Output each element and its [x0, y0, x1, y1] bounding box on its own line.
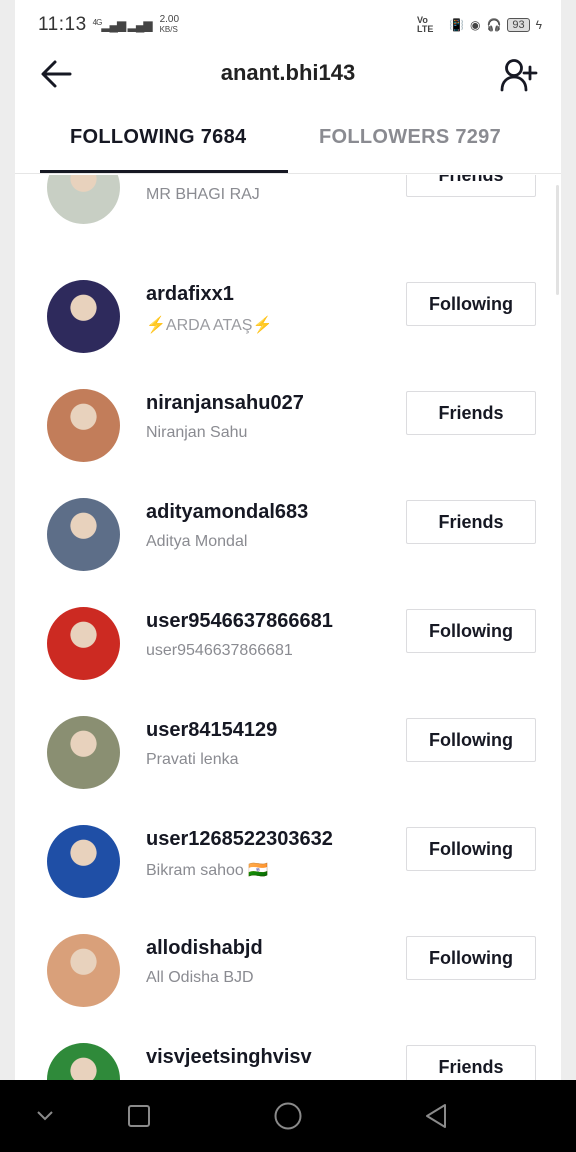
- status-icons: Vo LTE 📳 ◉ 🎧 93 ϟ: [417, 16, 542, 34]
- network-speed-value: 2.00: [159, 14, 180, 25]
- screen-edge-right: [561, 0, 576, 1080]
- following-button[interactable]: Following: [406, 282, 536, 326]
- add-user-icon: [500, 59, 538, 92]
- avatar[interactable]: [47, 716, 120, 789]
- avatar[interactable]: [47, 175, 120, 224]
- avatar[interactable]: [47, 607, 120, 680]
- username[interactable]: ardafixx1: [146, 283, 234, 306]
- system-nav-bar: [0, 1080, 576, 1152]
- avatar[interactable]: [47, 825, 120, 898]
- friends-button[interactable]: Friends: [406, 391, 536, 435]
- list-item[interactable]: adityamondal683 Aditya Mondal Friends: [15, 498, 561, 607]
- username[interactable]: user1268522303632: [146, 828, 333, 851]
- following-button[interactable]: Following: [406, 609, 536, 653]
- nav-home-button[interactable]: [270, 1098, 306, 1134]
- headphones-icon: 🎧: [486, 18, 502, 32]
- add-friend-button[interactable]: [498, 56, 540, 94]
- list-item[interactable]: ardafixx1 ⚡ARDA ATAŞ⚡ Following: [15, 280, 561, 389]
- list-item[interactable]: niranjansahu027 Niranjan Sahu Friends: [15, 389, 561, 498]
- follow-tabs: FOLLOWING 7684 FOLLOWERS 7297: [15, 112, 561, 174]
- nickname: MR BHAGI RAJ: [146, 186, 260, 203]
- nickname: Aditya Mondal: [146, 533, 248, 550]
- avatar[interactable]: [47, 1043, 120, 1080]
- chevron-down-icon: [37, 1111, 53, 1121]
- vibrate-icon: 📳: [449, 18, 464, 32]
- tab-followers[interactable]: FOLLOWERS 7297: [319, 126, 501, 149]
- charging-icon: ϟ: [535, 18, 542, 32]
- list-item[interactable]: visvjeetsinghvisv Friends: [15, 1043, 561, 1080]
- nickname: user9546637866681: [146, 642, 293, 659]
- following-list[interactable]: user56681713 MR BHAGI RAJ Friends ardafi…: [15, 175, 561, 1080]
- avatar[interactable]: [47, 498, 120, 571]
- tab-indicator: [40, 170, 288, 173]
- square-icon: [128, 1105, 150, 1127]
- following-button[interactable]: Following: [406, 827, 536, 871]
- friends-button[interactable]: Friends: [406, 1045, 536, 1080]
- friends-button[interactable]: Friends: [406, 500, 536, 544]
- username[interactable]: niranjansahu027: [146, 392, 304, 415]
- nickname: Niranjan Sahu: [146, 424, 248, 441]
- username[interactable]: allodishabjd: [146, 937, 263, 960]
- following-button[interactable]: Following: [406, 936, 536, 980]
- username[interactable]: user9546637866681: [146, 610, 333, 633]
- nickname: ⚡ARDA ATAŞ⚡: [146, 317, 273, 334]
- app-screen: 11:13 4G▂▄▆ ▂▄▆ 2.00 KB/S Vo LTE 📳 ◉ 🎧 9…: [0, 0, 576, 1080]
- following-button[interactable]: Following: [406, 718, 536, 762]
- network-speed: 2.00 KB/S: [160, 15, 179, 35]
- avatar[interactable]: [47, 934, 120, 1007]
- avatar[interactable]: [47, 389, 120, 462]
- nickname: Bikram sahoo 🇮🇳: [146, 862, 269, 879]
- avatar[interactable]: [47, 280, 120, 353]
- list-item[interactable]: user1268522303632 Bikram sahoo 🇮🇳 Follow…: [15, 825, 561, 934]
- tab-following[interactable]: FOLLOWING 7684: [70, 126, 246, 149]
- username[interactable]: visvjeetsinghvisv: [146, 1046, 312, 1069]
- nav-back-button[interactable]: [418, 1098, 454, 1134]
- nickname: All Odisha BJD: [146, 969, 254, 986]
- volte-icon: Vo LTE: [417, 15, 434, 34]
- top-header: anant.bhi143: [0, 50, 576, 100]
- signal-icon: 4G▂▄▆ ▂▄▆: [92, 18, 153, 32]
- screen-edge-left: [0, 0, 15, 1080]
- username[interactable]: user84154129: [146, 719, 277, 742]
- friends-button[interactable]: Friends: [406, 175, 536, 197]
- nav-recents-button[interactable]: [121, 1098, 157, 1134]
- circle-icon: [274, 1102, 302, 1130]
- lock-rotation-icon: ◉: [469, 18, 481, 32]
- nickname: Pravati lenka: [146, 751, 239, 768]
- username[interactable]: user56681713: [146, 175, 277, 177]
- list-item[interactable]: user84154129 Pravati lenka Following: [15, 716, 561, 825]
- page-title: anant.bhi143: [220, 60, 356, 85]
- battery-icon: 93: [507, 18, 530, 32]
- username[interactable]: adityamondal683: [146, 501, 308, 524]
- status-bar: 11:13 4G▂▄▆ ▂▄▆ 2.00 KB/S Vo LTE 📳 ◉ 🎧 9…: [0, 0, 576, 50]
- network-speed-unit: KB/S: [159, 25, 178, 34]
- nav-hide-button[interactable]: [27, 1098, 63, 1134]
- network-type: 4G: [92, 18, 103, 27]
- status-time: 11:13: [38, 14, 87, 35]
- list-item[interactable]: user56681713 MR BHAGI RAJ Friends: [15, 175, 561, 260]
- list-item[interactable]: user9546637866681 user9546637866681 Foll…: [15, 607, 561, 716]
- triangle-back-icon: [426, 1104, 446, 1128]
- list-item[interactable]: allodishabjd All Odisha BJD Following: [15, 934, 561, 1043]
